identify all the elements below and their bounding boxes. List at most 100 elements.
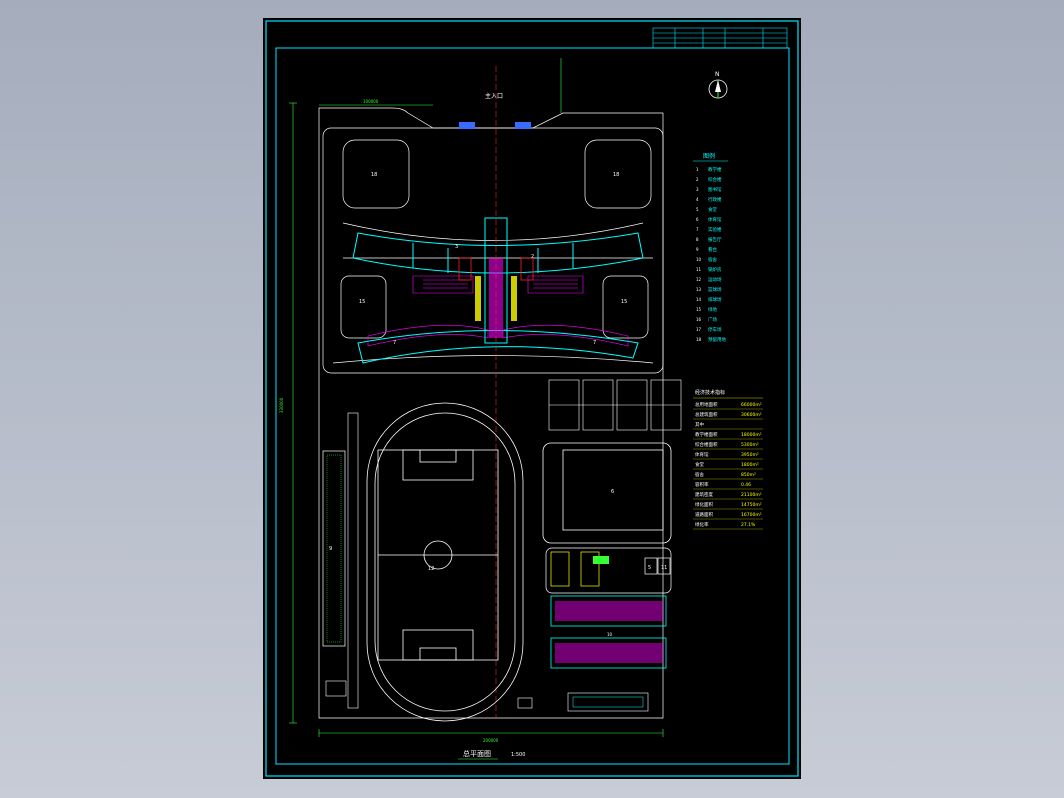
gate-right [515,122,531,129]
legend-item-number: 11 [696,267,702,272]
legend-item-label: 综合楼 [708,176,722,183]
dim-top-segment: 100000 [363,99,379,104]
north-label: N [715,71,720,78]
legend-item-label: 体育馆 [708,216,722,223]
title-block [652,27,788,49]
legend-item-number: 14 [696,297,702,302]
table-row-label: 容积率 [695,481,709,488]
legend-item-label: 预留用地 [708,336,726,343]
basketball-courts [548,379,682,431]
table-row-value: 1800m² [741,462,759,468]
table-row-label: 总用地面积 [695,401,718,408]
table-row-label: 体育馆 [695,451,709,458]
block-number: 3 [455,244,458,250]
table-row-label: 综合楼面积 [695,441,718,448]
block-number: 7 [393,340,396,346]
block-number: 18 [613,172,619,178]
service-blocks [545,547,672,594]
table-row-value: 0.46 [741,482,751,488]
table-row-value: 66000m² [741,402,762,408]
table-row-label: 教学楼面积 [695,431,718,438]
dim-height-total: 330000 [279,397,284,413]
legend-item-label: 绿地 [708,306,717,313]
dim-width-total: 200000 [483,738,499,743]
legend-item-label: 食堂 [708,206,717,213]
block-number: 18 [371,172,377,178]
legend-item-number: 2 [696,177,699,182]
legend-item-number: 18 [696,337,702,342]
legend-item-number: 10 [696,257,702,262]
block-number: 6 [611,489,614,495]
table-row-value: 5300m² [741,442,759,448]
legend-item-label: 宿舍 [708,256,717,263]
green-marker [593,556,609,564]
gate-left [459,122,475,129]
legend-item-label: 排球场 [708,296,722,303]
table-row-label: 建筑密度 [695,491,713,498]
table-row-label: 总建筑面积 [695,411,718,418]
table-title: 经济技术指标 [695,389,725,396]
block-number: 10 [607,632,613,637]
legend-item-number: 15 [696,307,702,312]
entrance-label: 主入口 [485,92,503,100]
table-row-label: 道路面积 [695,511,713,518]
central-spine [458,217,534,344]
legend-item-number: 12 [696,277,702,282]
table-row-value: 21100m² [741,492,762,498]
legend-item-label: 实验楼 [708,226,722,233]
legend-item-label: 停车场 [708,326,722,333]
drawing-scale: 1:500 [511,752,525,758]
block-number: 9 [329,546,332,552]
table-row-label: 绿化率 [695,521,709,528]
legend-item-label: 广场 [708,316,717,323]
table-row-label: 食堂 [695,461,704,468]
outer-frame [265,20,799,777]
drawing-title: 总平面图 [463,749,491,758]
table-row-label: 绿化面积 [695,501,713,508]
legend-item-number: 7 [696,227,699,232]
gymnasium [542,442,672,544]
legend-item-number: 5 [696,207,699,212]
running-track [366,402,524,722]
legend-item-label: 篮球场 [708,286,722,293]
legend-item-label: 运动场 [708,276,722,283]
legend-item-label: 报告厅 [708,236,722,243]
stand [322,412,359,709]
indicator-table: 经济技术指标 总用地面积 66000m² 总建筑面积 30600m² 其中教学楼面积 18… [693,389,763,530]
table-row-value: 30600m² [741,412,762,418]
legend-item-number: 17 [696,327,702,332]
table-row-value: 18000m² [741,432,762,438]
block-number: 15 [359,299,365,305]
block-number: 5 [648,565,651,571]
table-row-label: 其中 [695,421,704,428]
drawing-sheet: N 主入口 330000 200000 100000 18 18 3 2 7 7… [263,18,801,779]
legend-item-number: 13 [696,287,702,292]
legend-item-number: 4 [696,197,699,202]
north-arrow-icon: N [708,71,728,99]
legend-item-label: 锅炉房 [708,266,722,273]
table-row-value: 14750m² [741,502,762,508]
block-number: 7 [593,340,596,346]
table-row-value: 16700m² [741,512,762,518]
legend-item-number: 3 [696,187,699,192]
block-number: 2 [531,254,534,260]
legend-item-number: 1 [696,167,699,172]
legend: 图例 1 教学楼 2 综合楼 3 图书馆 4 行政楼 5 食堂 6 体育馆 7 实验楼 8 报告厅 9 看台 10 宿… [693,152,728,343]
legend-item-number: 16 [696,317,702,322]
block-number: 11 [661,565,667,571]
table-row-value: 850m² [741,472,756,478]
legend-item-number: 6 [696,217,699,222]
table-row-value: 27.1% [741,522,756,528]
legend-item-number: 8 [696,237,699,242]
legend-title: 图例 [703,152,715,160]
legend-item-label: 行政楼 [708,196,722,203]
legend-item-label: 图书馆 [708,186,722,193]
block-number: 15 [621,299,627,305]
block-number: 12 [428,566,434,572]
legend-item-number: 9 [696,247,699,252]
table-row-label: 宿舍 [695,471,704,478]
dormitories [517,595,667,712]
legend-item-label: 看台 [708,246,717,253]
table-row-value: 3950m² [741,452,759,458]
site-plan [318,107,664,719]
